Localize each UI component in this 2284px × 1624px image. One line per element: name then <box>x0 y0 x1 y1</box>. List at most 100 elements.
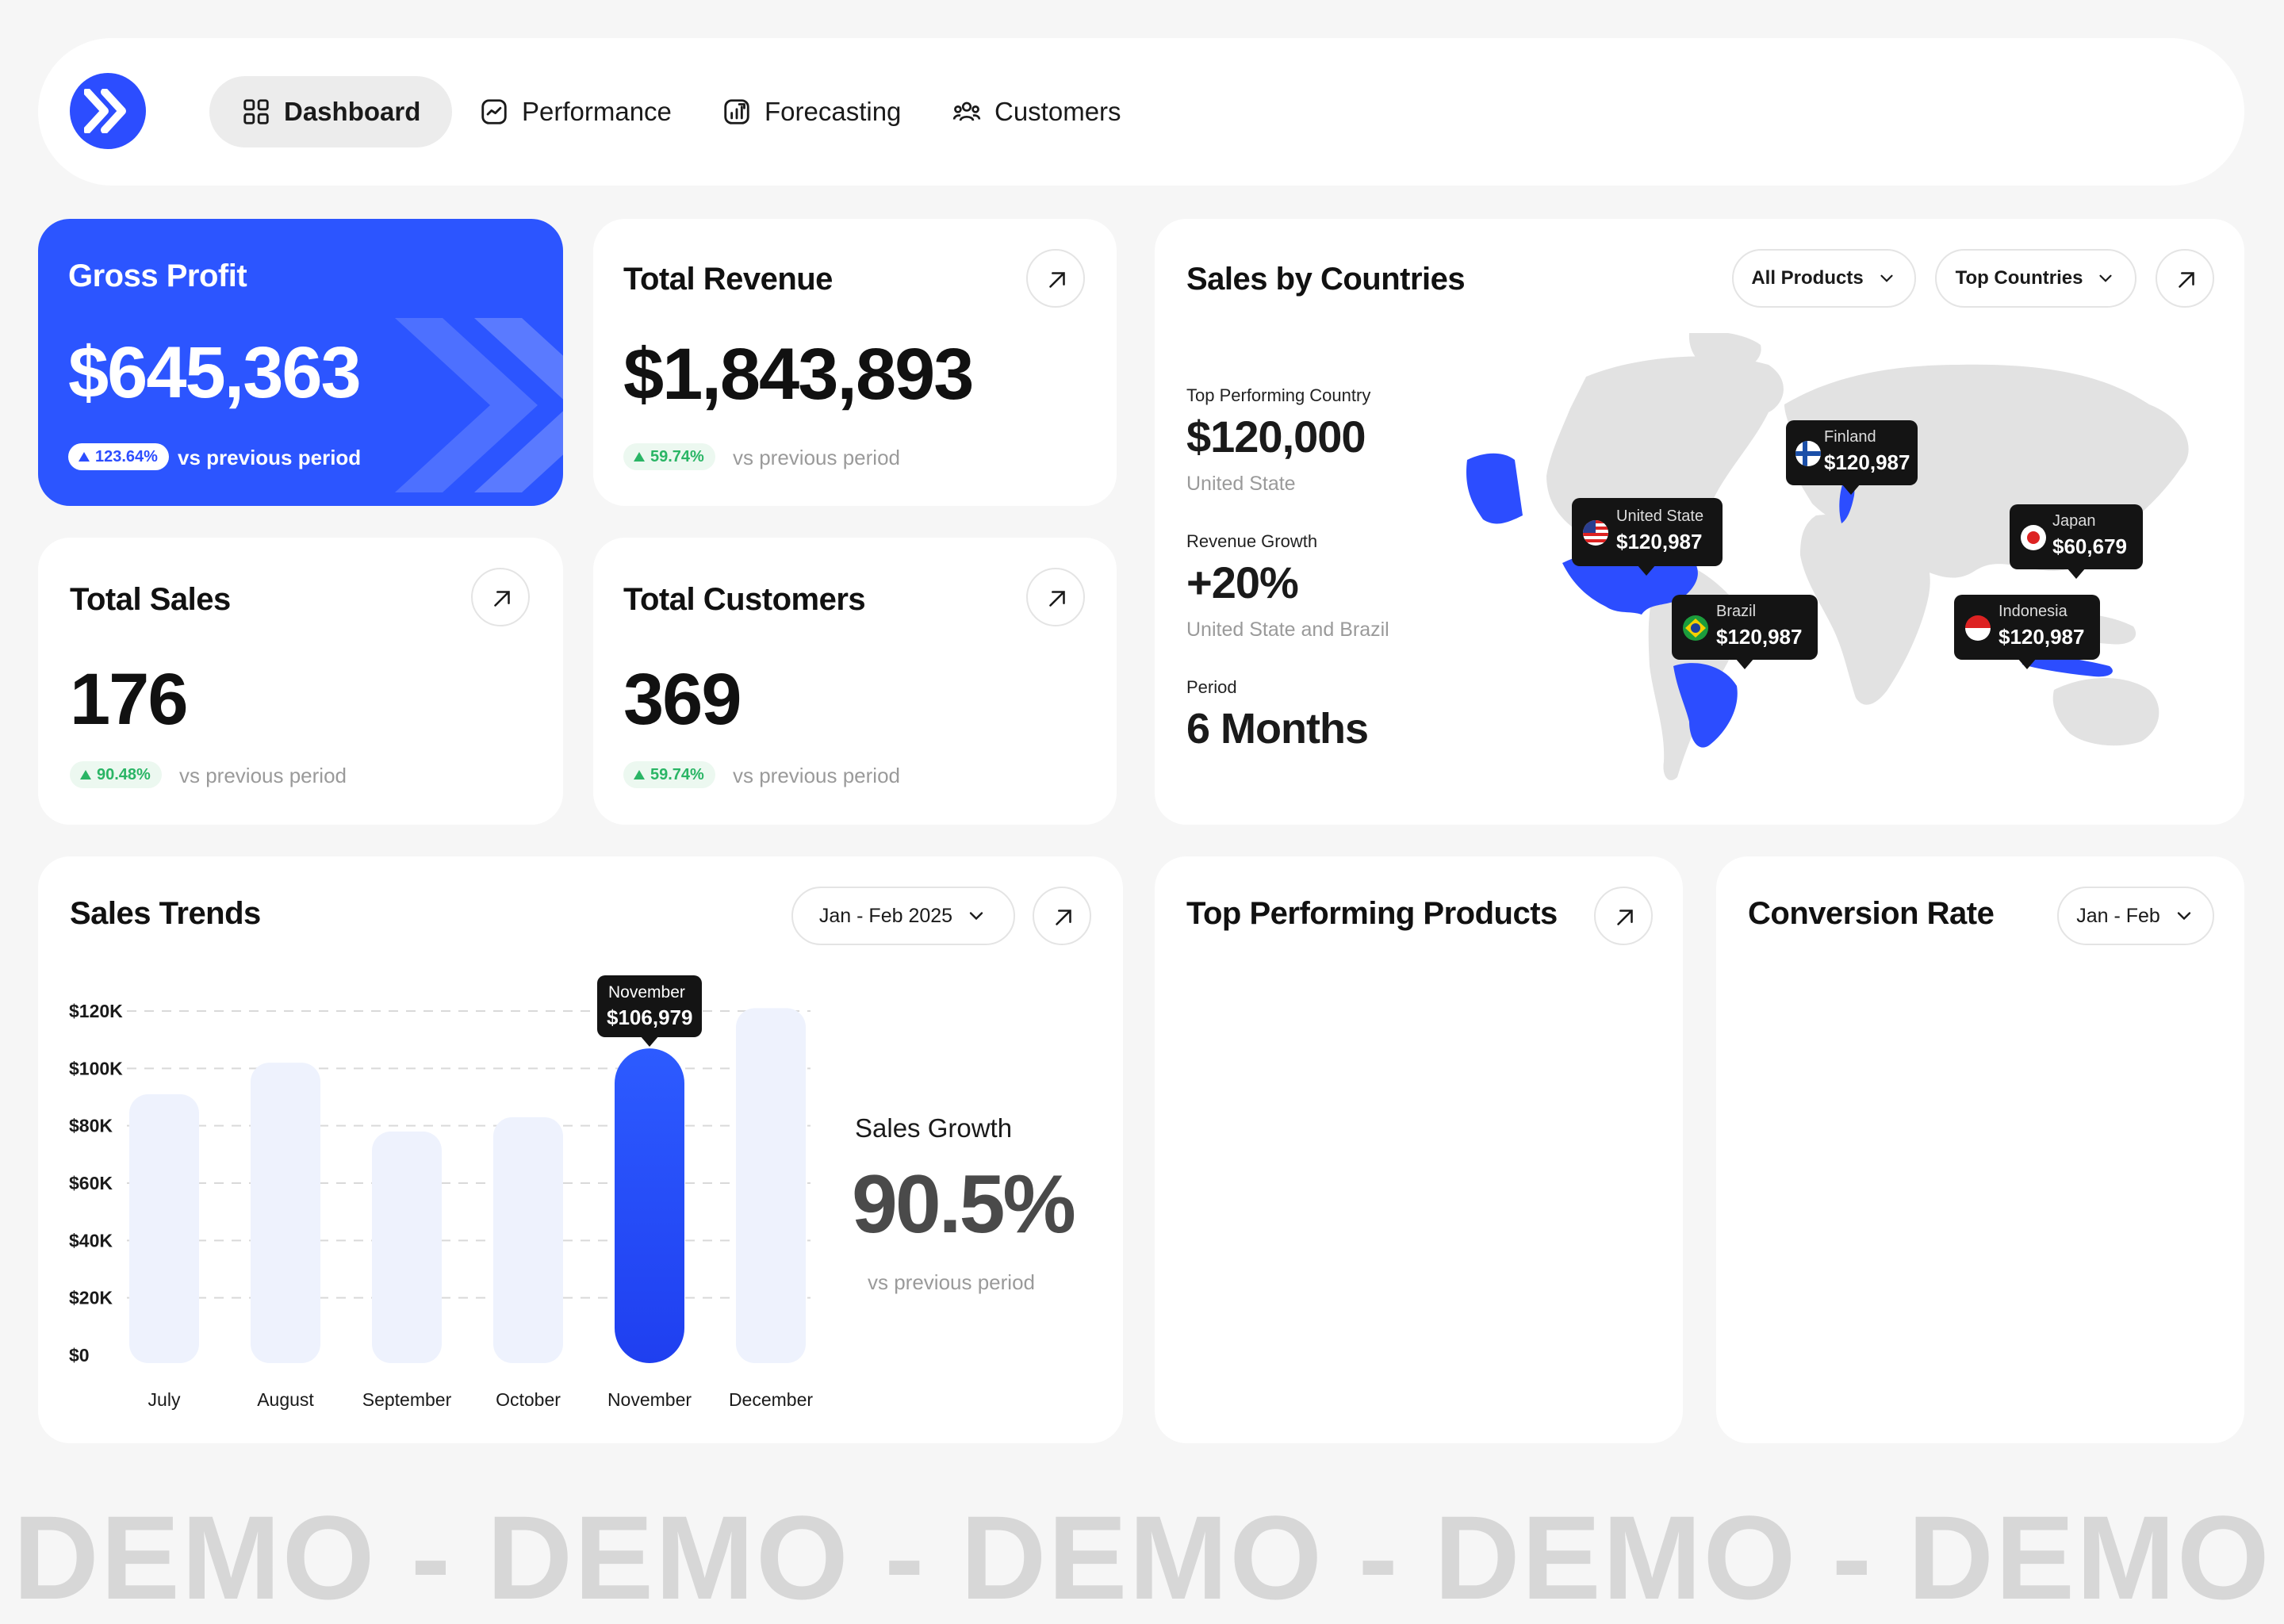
total-sales-expand-button[interactable] <box>471 568 530 626</box>
gross-profit-change-badge: 123.64% <box>68 443 169 470</box>
chevrons-logo-icon <box>84 89 126 133</box>
tab-customers[interactable]: Customers <box>952 76 1121 147</box>
countries-expand-button[interactable] <box>2156 249 2214 308</box>
tooltip-value: $120,987 <box>1998 625 2085 649</box>
chevron-down-icon <box>969 912 983 921</box>
total-customers-change-badge: 59.74% <box>623 761 715 788</box>
map-tooltip-united-state[interactable]: United State $120,987 <box>1572 498 1723 576</box>
x-tick-label: September <box>362 1389 452 1410</box>
tooltip-value: $120,987 <box>1616 530 1703 553</box>
conversion-range-dropdown[interactable]: Jan - Feb <box>2057 887 2214 945</box>
us-flag-icon <box>1583 520 1608 546</box>
x-tick-label: July <box>148 1389 181 1410</box>
tab-label: Dashboard <box>284 97 421 126</box>
tooltip-country: Indonesia <box>1998 603 2067 620</box>
total-customers-title: Total Customers <box>623 582 866 617</box>
total-customers-vs: vs previous period <box>733 764 900 787</box>
arrow-up-right-icon <box>494 591 510 607</box>
total-sales-value: 176 <box>70 659 188 740</box>
arrow-up-right-icon <box>1049 272 1065 288</box>
revenue-growth-label: Revenue Growth <box>1186 531 1318 551</box>
map-tooltip-brazil[interactable]: Brazil $120,987 <box>1672 595 1818 669</box>
triangle-up-icon <box>79 452 90 462</box>
finland-flag-icon <box>1795 441 1821 466</box>
tab-performance[interactable]: Performance <box>479 76 672 147</box>
bar-november[interactable] <box>615 1048 684 1363</box>
tooltip-month: November <box>608 983 685 1002</box>
sales-trends-range-dropdown[interactable]: Jan - Feb 2025 <box>791 887 1015 945</box>
period-label: Period <box>1186 677 1237 697</box>
chevrons-watermark-icon <box>395 318 563 492</box>
tab-label: Customers <box>994 97 1121 126</box>
gross-profit-title: Gross Profit <box>68 259 247 293</box>
app-logo[interactable] <box>70 73 146 149</box>
y-tick-label: $0 <box>69 1345 90 1365</box>
tab-label: Performance <box>522 97 672 126</box>
total-sales-title: Total Sales <box>70 582 231 617</box>
bar-october[interactable] <box>493 1116 563 1363</box>
x-tick-label: November <box>607 1389 692 1410</box>
y-tick-label: $80K <box>69 1116 113 1136</box>
sales-growth-vs: vs previous period <box>868 1270 1035 1294</box>
tooltip-country: United State <box>1616 508 1704 525</box>
sales-trends-expand-button[interactable] <box>1033 887 1091 945</box>
all-products-dropdown[interactable]: All Products <box>1732 249 1916 308</box>
x-tick-label: October <box>496 1389 561 1410</box>
sales-growth-value: 90.5% <box>852 1159 1076 1251</box>
y-tick-label: $100K <box>69 1058 123 1078</box>
dropdown-label: Jan - Feb 2025 <box>818 904 953 927</box>
top-country-label: Top Performing Country <box>1186 385 1371 405</box>
tooltip-value: $60,679 <box>2052 534 2127 558</box>
japan-flag-icon <box>2021 525 2046 550</box>
triangle-up-icon <box>634 770 645 779</box>
top-countries-dropdown[interactable]: Top Countries <box>1935 249 2136 308</box>
conversion-rate-title: Conversion Rate <box>1748 896 1995 931</box>
tab-dashboard[interactable]: Dashboard <box>209 76 453 147</box>
tab-forecasting[interactable]: Forecasting <box>722 76 901 147</box>
total-revenue-expand-button[interactable] <box>1026 249 1085 308</box>
sales-trends-chart: $0 $20K $40K $60K $80K $100K $120K July August Se… <box>69 1001 813 1410</box>
map-tooltip-finland[interactable]: Finland $120,987 <box>1786 420 1918 495</box>
total-revenue-value: $1,843,893 <box>623 334 974 415</box>
revenue-growth-value: +20% <box>1186 557 1299 607</box>
total-customers-expand-button[interactable] <box>1026 568 1085 626</box>
tooltip-value: $106,979 <box>607 1005 693 1030</box>
total-revenue-vs: vs previous period <box>733 446 900 469</box>
arrow-up-right-icon <box>1049 591 1065 607</box>
gross-profit-vs: vs previous period <box>178 446 362 469</box>
y-tick-label: $20K <box>69 1288 113 1308</box>
bar-july[interactable] <box>129 1094 199 1363</box>
tooltip-country: Brazil <box>1716 603 1757 620</box>
sales-by-countries-title: Sales by Countries <box>1186 262 1466 297</box>
tooltip-value: $120,987 <box>1716 625 1803 649</box>
forecast-chart-icon <box>724 99 749 124</box>
indonesia-flag-icon <box>1965 615 1991 641</box>
tab-label: Forecasting <box>765 97 902 126</box>
bar-august[interactable] <box>251 1063 320 1363</box>
total-revenue-change-badge: 59.74% <box>623 443 715 470</box>
bar-tooltip-november: November $106,979 <box>597 975 702 1048</box>
tooltip-country: Japan <box>2052 512 2096 530</box>
y-tick-label: $40K <box>69 1230 113 1251</box>
arrow-up-right-icon <box>1056 910 1071 925</box>
change-value: 59.74% <box>650 447 704 465</box>
top-products-card <box>1155 856 1683 1443</box>
top-products-expand-button[interactable] <box>1594 887 1653 945</box>
bar-september[interactable] <box>372 1131 442 1363</box>
total-sales-change-badge: 90.48% <box>70 761 162 788</box>
triangle-up-icon <box>80 770 91 779</box>
map-tooltip-indonesia[interactable]: Indonesia $120,987 <box>1954 595 2100 669</box>
sales-growth-label: Sales Growth <box>855 1113 1013 1143</box>
change-value: 90.48% <box>97 765 151 783</box>
users-icon <box>952 102 981 121</box>
revenue-growth-countries: United State and Brazil <box>1186 619 1389 641</box>
grid-icon <box>243 99 269 124</box>
total-sales-vs: vs previous period <box>179 764 347 787</box>
arrow-up-right-icon <box>2179 272 2194 288</box>
bar-december[interactable] <box>736 1008 806 1363</box>
total-revenue-title: Total Revenue <box>623 262 833 297</box>
top-country-value: $120,000 <box>1186 412 1366 462</box>
x-tick-label: August <box>257 1389 314 1410</box>
map-tooltip-japan[interactable]: Japan $60,679 <box>2010 504 2143 579</box>
sales-trends-title: Sales Trends <box>70 896 261 931</box>
